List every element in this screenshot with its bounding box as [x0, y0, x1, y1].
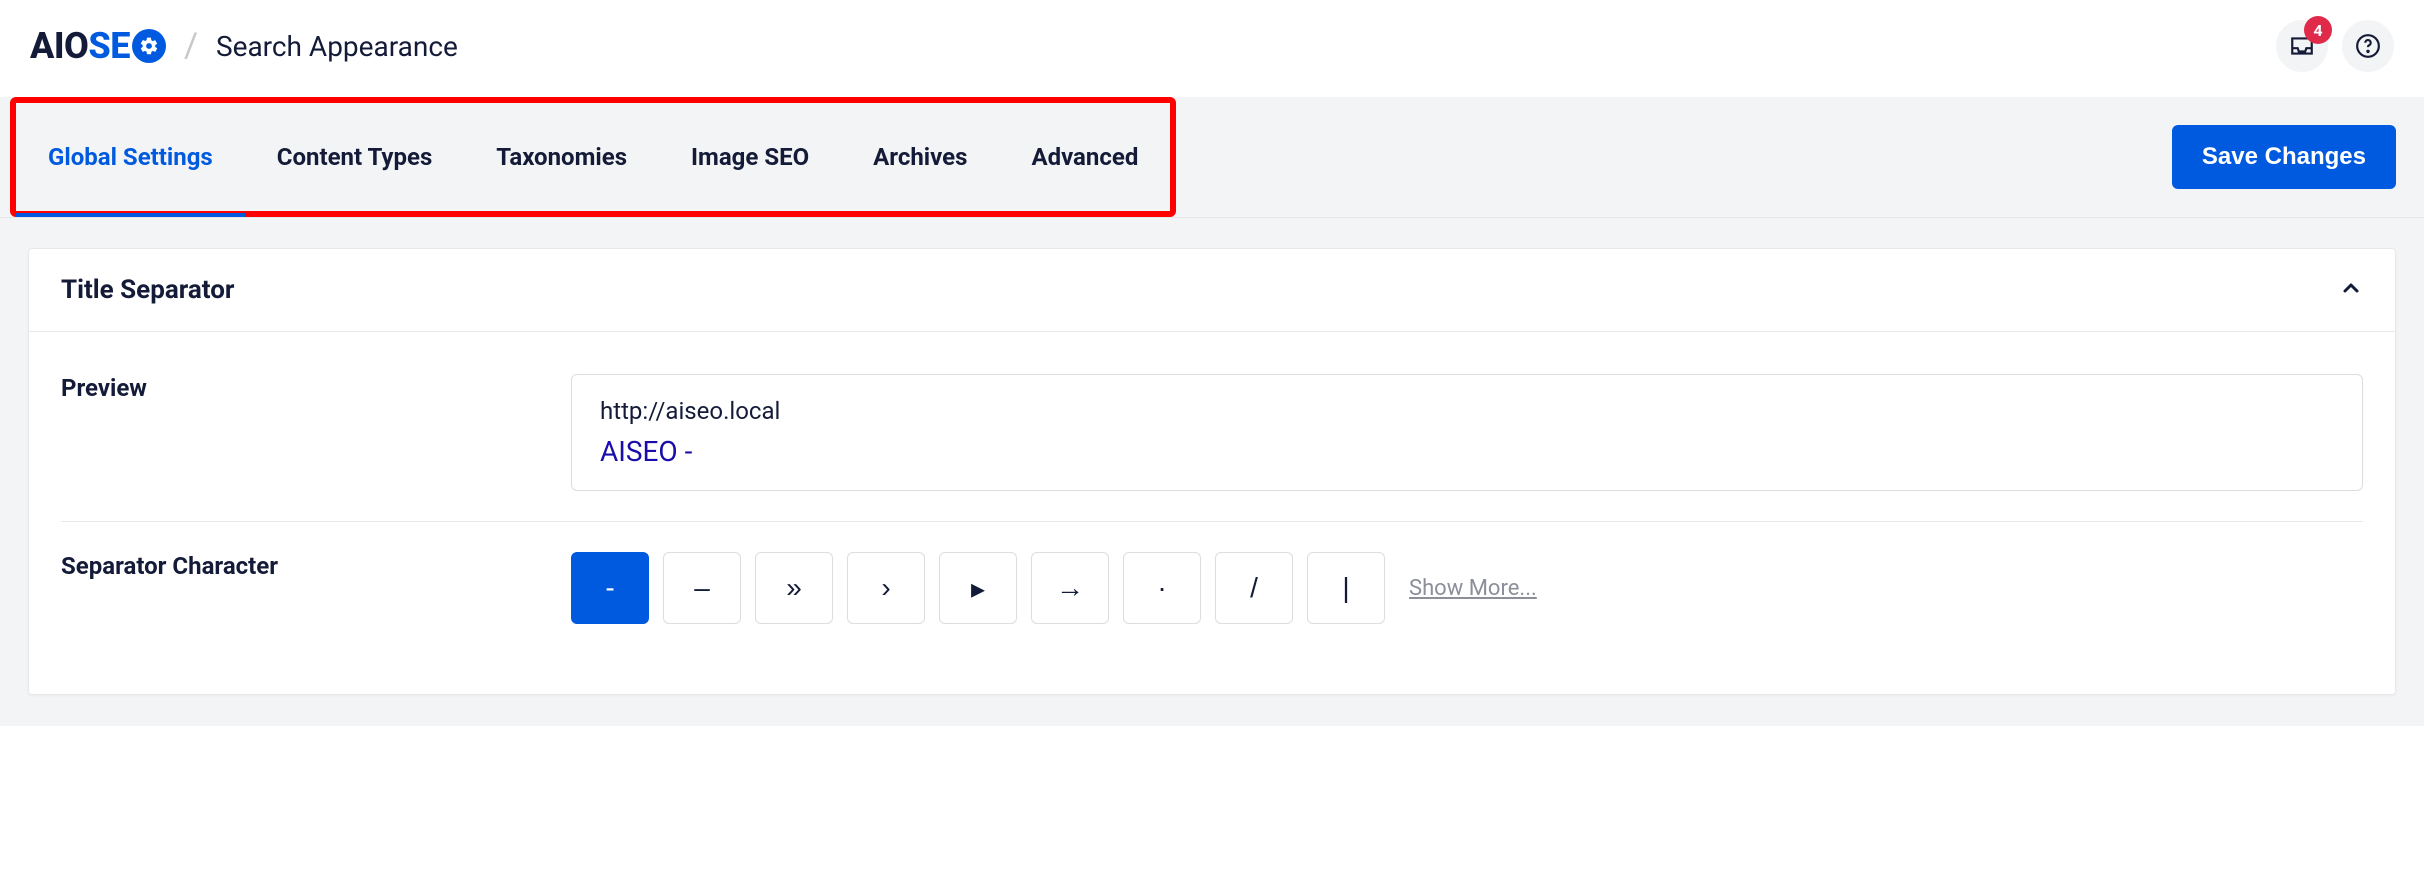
separator-label: Separator Character — [61, 552, 571, 580]
logo-text-aio: AIO — [30, 25, 88, 67]
content-region: Global Settings Content Types Taxonomies… — [0, 97, 2424, 726]
separator-option-4[interactable]: ▸ — [939, 552, 1017, 624]
notifications-button[interactable]: 4 — [2276, 20, 2328, 72]
tab-archives[interactable]: Archives — [841, 103, 999, 211]
separator-option-1[interactable]: – — [663, 552, 741, 624]
card-collapse-toggle[interactable] — [2339, 276, 2363, 304]
title-separator-card: Title Separator Preview http://aiseo.loc… — [28, 248, 2396, 695]
tabs-highlight-box: Global Settings Content Types Taxonomies… — [10, 97, 1176, 217]
separator-option-8[interactable]: | — [1307, 552, 1385, 624]
preview-url: http://aiseo.local — [600, 397, 2334, 425]
card-body: Preview http://aiseo.local AISEO - Separ… — [29, 332, 2395, 694]
header-actions: 4 — [2276, 20, 2394, 72]
separator-options: - – » › ▸ → · / | Show More... — [571, 552, 2363, 624]
help-button[interactable] — [2342, 20, 2394, 72]
separator-option-3[interactable]: › — [847, 552, 925, 624]
tab-taxonomies[interactable]: Taxonomies — [464, 103, 659, 211]
chevron-up-icon — [2339, 276, 2363, 300]
breadcrumb-separator: / — [184, 26, 198, 66]
page-title: Search Appearance — [216, 30, 458, 63]
show-more-link[interactable]: Show More... — [1409, 576, 1537, 601]
tab-advanced[interactable]: Advanced — [999, 103, 1170, 211]
separator-option-2[interactable]: » — [755, 552, 833, 624]
preview-row: Preview http://aiseo.local AISEO - — [61, 362, 2363, 521]
separator-option-0[interactable]: - — [571, 552, 649, 624]
separator-row: Separator Character - – » › ▸ → · / | Sh… — [61, 521, 2363, 654]
preview-label: Preview — [61, 374, 571, 402]
page-header: AIOSE / Search Appearance 4 — [0, 0, 2424, 97]
separator-option-6[interactable]: · — [1123, 552, 1201, 624]
card-header: Title Separator — [29, 249, 2395, 332]
preview-box: http://aiseo.local AISEO - — [571, 374, 2363, 491]
logo-gear-icon — [132, 29, 166, 63]
notification-badge: 4 — [2304, 16, 2332, 44]
separator-option-5[interactable]: → — [1031, 552, 1109, 624]
logo-text-se: SE — [88, 25, 130, 67]
tab-content-types[interactable]: Content Types — [245, 103, 465, 211]
card-title: Title Separator — [61, 275, 234, 305]
separator-option-7[interactable]: / — [1215, 552, 1293, 624]
tabs-row: Global Settings Content Types Taxonomies… — [0, 97, 2424, 218]
tab-image-seo[interactable]: Image SEO — [659, 103, 841, 211]
help-icon — [2355, 33, 2381, 59]
save-changes-button[interactable]: Save Changes — [2172, 125, 2396, 189]
preview-title: AISEO - — [600, 435, 2334, 468]
tab-global-settings[interactable]: Global Settings — [16, 103, 245, 211]
logo[interactable]: AIOSE — [30, 25, 166, 67]
